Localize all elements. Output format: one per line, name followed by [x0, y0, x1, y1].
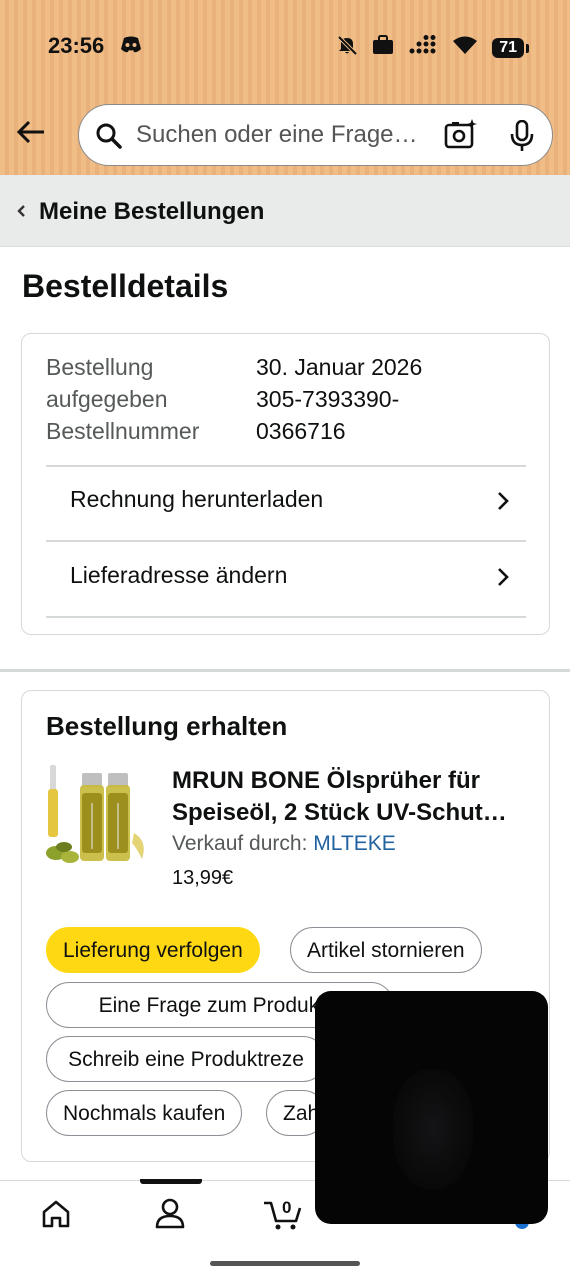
search-bar[interactable] [78, 104, 553, 166]
breadcrumb-label: Meine Bestellungen [39, 198, 265, 225]
product-title-link[interactable]: MRUN BONE Ölsprüher für Speiseöl, 2 Stüc… [172, 765, 532, 829]
chevron-right-icon [496, 566, 510, 593]
back-arrow-icon[interactable] [14, 115, 48, 149]
user-icon[interactable] [154, 1197, 186, 1234]
home-icon[interactable] [40, 1199, 72, 1234]
video-feed [393, 1069, 473, 1189]
change-address-label: Lieferadresse ändern [70, 562, 288, 588]
cart-icon[interactable]: 0 [262, 1197, 304, 1236]
mute-icon [336, 34, 358, 61]
active-tab-indicator [140, 1179, 202, 1184]
cart-count: 0 [282, 1198, 292, 1217]
section-divider [0, 669, 570, 672]
status-time: 23:56 [48, 33, 105, 58]
battery-indicator: 71 [492, 37, 529, 58]
microphone-icon[interactable] [509, 119, 535, 157]
signal-icon [408, 35, 438, 60]
wifi-icon [452, 35, 478, 60]
divider [46, 616, 526, 618]
page-title: Bestelldetails [22, 268, 229, 304]
chevron-left-icon [16, 203, 26, 224]
seller-link[interactable]: MLTEKE [313, 832, 395, 855]
order-info-label: aufgegeben [46, 386, 168, 412]
search-input[interactable] [136, 119, 436, 151]
camera-search-icon[interactable] [444, 118, 478, 157]
search-icon [95, 122, 123, 155]
order-info-label: Bestellnummer [46, 418, 200, 444]
briefcase-icon [372, 35, 394, 60]
order-date-value: 30. Januar 2026 [256, 354, 423, 380]
order-info-row: Bestellnummer 0366716 [46, 418, 526, 450]
shipment-status: Bestellung erhalten [46, 711, 288, 741]
write-review-button[interactable]: Schreib eine Produktreze [46, 1036, 326, 1082]
status-bar: 23:56 71 [0, 22, 570, 72]
order-info-row: aufgegeben 305-7393390- [46, 386, 526, 418]
download-invoice-link[interactable]: Rechnung herunterladen [46, 466, 526, 540]
app-header: 23:56 71 [0, 0, 570, 175]
order-info-row: Bestellung 30. Januar 2026 [46, 354, 526, 386]
seller-prefix: Verkauf durch: [172, 832, 308, 855]
product-price: 13,99€ [172, 867, 234, 889]
gesture-bar[interactable] [210, 1261, 360, 1266]
order-number-value: 305-7393390- [256, 386, 400, 412]
order-number-value-cont: 0366716 [256, 418, 346, 444]
chevron-right-icon [496, 490, 510, 517]
status-icons: 71 [336, 34, 529, 61]
order-info-table: Bestellung 30. Januar 2026 aufgegeben 30… [46, 354, 526, 450]
breadcrumb[interactable]: Meine Bestellungen [0, 175, 570, 247]
track-package-button[interactable]: Lieferung verfolgen [46, 927, 260, 973]
video-call-overlay[interactable] [315, 991, 548, 1224]
order-info-card: Bestellung 30. Januar 2026 aufgegeben 30… [21, 333, 550, 635]
order-info-label: Bestellung [46, 354, 154, 380]
change-address-link[interactable]: Lieferadresse ändern [46, 542, 526, 616]
buy-again-button[interactable]: Nochmals kaufen [46, 1090, 243, 1136]
download-invoice-label: Rechnung herunterladen [70, 486, 324, 512]
seller-info: Verkauf durch: MLTEKE [172, 832, 396, 856]
product-image[interactable] [44, 763, 156, 869]
discord-icon [120, 36, 142, 59]
cancel-items-button[interactable]: Artikel stornieren [290, 927, 482, 973]
